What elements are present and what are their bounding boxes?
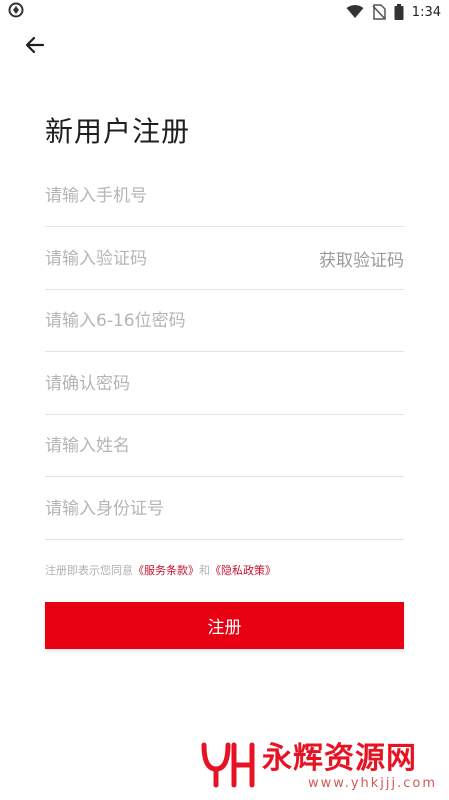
watermark-main: 永辉资源网 [262, 740, 417, 776]
agreement-prefix: 注册即表示您同意 [45, 564, 133, 577]
password-input[interactable] [45, 306, 285, 336]
phone-field-row [45, 166, 404, 227]
code-field-row: 获取验证码 [45, 229, 404, 290]
name-input[interactable] [45, 431, 285, 461]
register-button[interactable]: 注册 [45, 602, 404, 649]
watermark-logo-icon [200, 739, 256, 793]
watermark-sub: www.yhkjjj.com [308, 775, 438, 791]
agreement-text: 注册即表示您同意《服务条款》和《隐私政策》 [45, 562, 276, 578]
phone-input[interactable] [45, 181, 285, 211]
status-bar: 1:34 [0, 0, 449, 24]
watermark: 永辉资源网 www.yhkjjj.com [200, 738, 449, 794]
terms-link[interactable]: 《服务条款》 [133, 564, 199, 577]
agreement-and: 和 [199, 564, 210, 577]
verification-code-input[interactable] [45, 243, 285, 274]
get-code-button[interactable]: 获取验证码 [319, 246, 404, 271]
watermark-text: 永辉资源网 www.yhkjjj.com [262, 740, 438, 791]
status-time: 1:34 [411, 4, 441, 20]
app-indicator-icon [8, 2, 24, 22]
back-button[interactable] [22, 34, 48, 60]
idcard-field-row [45, 479, 404, 540]
id-card-input[interactable] [45, 493, 285, 524]
battery-icon [394, 4, 404, 20]
wifi-icon [346, 5, 364, 19]
page-title: 新用户注册 [45, 115, 191, 148]
name-field-row [45, 416, 404, 477]
password-field-row [45, 291, 404, 352]
arrow-left-icon [25, 35, 45, 59]
register-form: 获取验证码 [45, 166, 404, 541]
confirm-password-input[interactable] [45, 368, 285, 399]
privacy-link[interactable]: 《隐私政策》 [210, 564, 276, 577]
confirm-password-field-row [45, 354, 404, 415]
no-sim-icon [372, 4, 386, 20]
